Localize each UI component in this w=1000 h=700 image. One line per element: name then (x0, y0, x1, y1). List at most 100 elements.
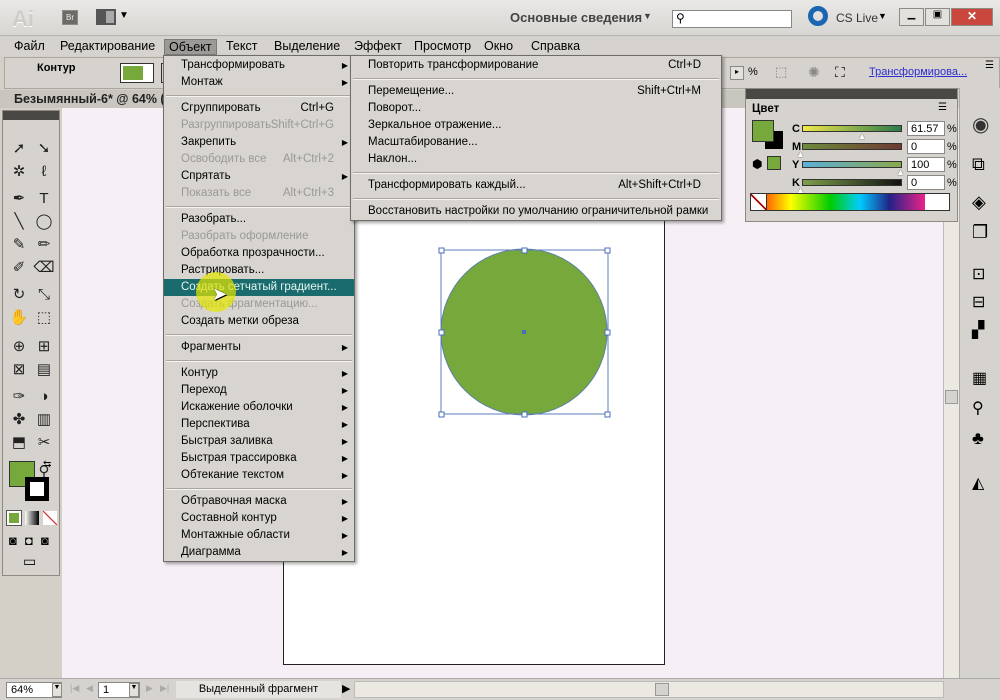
free-transform-tool-icon[interactable]: ⬚ (32, 308, 56, 328)
menu-item[interactable]: Растрировать... (164, 262, 354, 279)
slider-handle-icon[interactable]: ▲ (796, 185, 805, 195)
menu-item[interactable]: Диаграмма ▶ (164, 544, 354, 561)
eyedropper-tool-icon[interactable]: ✑ (7, 387, 31, 407)
channel-value-input[interactable]: 0 (907, 139, 945, 154)
slice-tool-icon[interactable]: ✂ (32, 433, 56, 453)
slider-handle-icon[interactable]: ▲ (796, 149, 805, 159)
channel-slider[interactable] (802, 179, 902, 186)
fill-swatch[interactable] (752, 120, 774, 142)
draw-behind-icon[interactable]: ◘ (25, 533, 33, 548)
next-page-icon[interactable]: ▶ (146, 683, 153, 694)
scale-tool-icon[interactable]: ⤡ (32, 285, 56, 305)
arrange-documents-icon[interactable] (96, 9, 116, 25)
panel-header[interactable] (746, 89, 957, 99)
menu-item[interactable]: Сгруппировать Ctrl+G (164, 100, 354, 117)
pages-icon[interactable]: ❐ (972, 222, 988, 243)
menu-item[interactable]: Перспектива ▶ (164, 416, 354, 433)
none-mode-icon[interactable] (43, 511, 57, 525)
menu-item[interactable]: Создать метки обреза (164, 313, 354, 330)
opacity-arrow-button[interactable]: ▸ (730, 66, 744, 80)
cs-live-button[interactable]: CS Live (836, 11, 878, 25)
eraser-tool-icon[interactable]: ⌫ (32, 258, 56, 278)
chevron-down-icon[interactable]: ▼ (878, 11, 887, 21)
menu-item[interactable]: Трансформировать каждый... Alt+Shift+Ctrl… (351, 177, 721, 194)
slider-handle-icon[interactable]: ▲ (858, 131, 867, 141)
last-page-icon[interactable]: ▶| (160, 683, 169, 694)
channel-value-input[interactable]: 100 (907, 157, 945, 172)
menu-3[interactable]: Текст (222, 39, 261, 55)
paintbrush-tool-icon[interactable]: ✎ (7, 235, 31, 255)
blob-brush-tool-icon[interactable]: ✐ (7, 258, 31, 278)
menu-2[interactable]: Объект (164, 39, 217, 55)
screen-mode-icon[interactable]: ▭ (23, 553, 36, 570)
pencil-tool-icon[interactable]: ✏ (32, 235, 56, 255)
style-icon[interactable]: ✺ (808, 64, 820, 81)
graph-tool-icon[interactable]: ▥ (32, 410, 56, 430)
menu-item[interactable]: Искажение оболочки ▶ (164, 399, 354, 416)
menu-item[interactable]: Контур ▶ (164, 365, 354, 382)
symbols-icon[interactable]: ♣ (972, 428, 984, 449)
menu-item[interactable]: Фрагменты ▶ (164, 339, 354, 356)
minimize-button[interactable]: ▁ (899, 8, 924, 26)
menu-item[interactable]: Трансформировать ▶ (164, 57, 354, 74)
draw-normal-icon[interactable]: ◙ (9, 533, 17, 548)
channel-slider[interactable] (802, 161, 902, 168)
artboard-tool-icon[interactable]: ⬒ (7, 433, 31, 453)
transform-icon[interactable]: ⊡ (972, 264, 985, 284)
color-mode-icon[interactable] (6, 510, 22, 526)
status-menu-arrow[interactable]: ▶ (342, 682, 350, 695)
rotate-tool-icon[interactable]: ↻ (7, 285, 31, 305)
menu-item[interactable]: Восстановить настройки по умолчанию огра… (351, 203, 721, 220)
channel-slider[interactable] (802, 125, 902, 132)
menu-item[interactable]: Монтажные области ▶ (164, 527, 354, 544)
gradient-mode-icon[interactable] (25, 511, 39, 525)
menu-5[interactable]: Эффект (350, 39, 406, 55)
web-color-swatch[interactable] (767, 156, 781, 170)
magic-wand-tool-icon[interactable]: ✲ (7, 162, 31, 182)
color-spectrum[interactable] (750, 193, 950, 211)
align-icon[interactable]: ⛶ (835, 64, 845, 81)
chevron-down-icon[interactable]: ▼ (119, 10, 129, 21)
slider-handle-icon[interactable]: ▲ (896, 167, 905, 177)
menu-item[interactable]: Повторить трансформирование Ctrl+D (351, 57, 721, 74)
perspective-tool-icon[interactable]: ⊞ (32, 337, 56, 357)
line-tool-icon[interactable]: ╲ (7, 212, 31, 232)
channel-slider[interactable] (802, 143, 902, 150)
prev-page-icon[interactable]: ◀ (86, 683, 93, 694)
stroke-color-box[interactable] (25, 477, 49, 501)
stroke-panel-icon[interactable]: ⧉ (972, 154, 985, 175)
panel-menu-icon[interactable]: ☰ (938, 102, 947, 113)
menu-item[interactable]: Закрепить ▶ (164, 134, 354, 151)
color-guide-icon[interactable]: ◉ (972, 112, 989, 137)
swatches-icon[interactable]: ▦ (972, 368, 987, 388)
shape-builder-tool-icon[interactable]: ⊕ (7, 337, 31, 357)
menu-8[interactable]: Справка (527, 39, 584, 55)
menu-item[interactable]: Разобрать... (164, 211, 354, 228)
zoom-dropdown[interactable]: ▼ (52, 683, 62, 697)
scroll-thumb[interactable] (945, 390, 958, 404)
menu-7[interactable]: Окно (480, 39, 517, 55)
fill-color-swatch[interactable] (120, 63, 154, 83)
ellipse-tool-icon[interactable]: ◯ (32, 212, 56, 232)
menu-1[interactable]: Редактирование (56, 39, 159, 55)
channel-value-input[interactable]: 0 (907, 175, 945, 190)
warp-tool-icon[interactable]: ✋ (7, 308, 31, 328)
type-tool-icon[interactable]: T (32, 189, 56, 209)
recolor-artwork-icon[interactable]: ⬚ (775, 64, 787, 80)
gradient-tool-icon[interactable]: ▤ (32, 360, 56, 380)
first-page-icon[interactable]: |◀ (70, 683, 79, 694)
horizontal-scrollbar[interactable] (354, 681, 944, 698)
swap-colors-icon[interactable]: ⇆ (43, 459, 51, 470)
out-of-gamut-cube-icon[interactable]: ⬢ (752, 157, 762, 171)
menu-6[interactable]: Просмотр (410, 39, 475, 55)
menu-item[interactable]: Зеркальное отражение... (351, 117, 721, 134)
menu-4[interactable]: Выделение (270, 39, 344, 55)
menu-item[interactable]: Переход ▶ (164, 382, 354, 399)
channel-value-input[interactable]: 61.57 (907, 121, 945, 136)
pathfinder-icon[interactable]: ▞ (972, 320, 984, 340)
none-color-swatch[interactable] (751, 194, 767, 210)
menu-item[interactable]: Создать сетчатый градиент... (164, 279, 354, 296)
menu-item[interactable]: Монтаж ▶ (164, 74, 354, 91)
brushes-icon[interactable]: ⚲ (972, 398, 984, 418)
menu-item[interactable]: Наклон... (351, 151, 721, 168)
